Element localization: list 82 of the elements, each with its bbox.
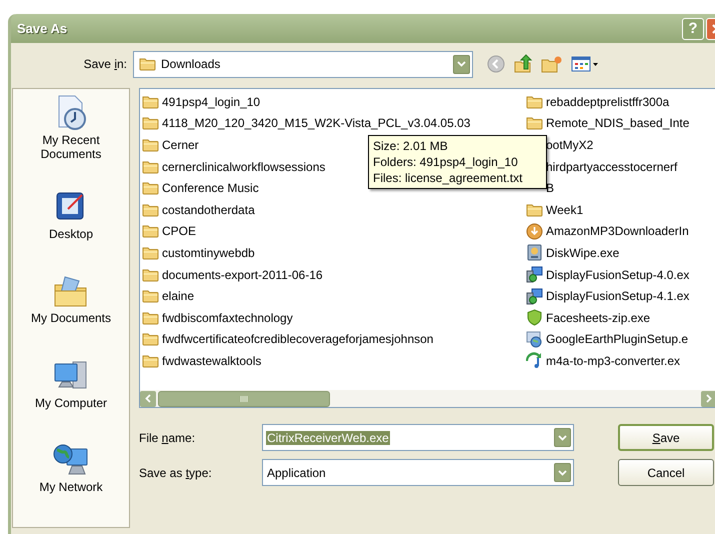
file-name[interactable]: ootMyX2 — [546, 138, 594, 151]
folder-icon — [142, 310, 159, 325]
grip-icon — [240, 396, 248, 402]
folder-icon — [142, 332, 159, 346]
dropdown-button[interactable] — [554, 428, 571, 447]
chevron-down-icon — [457, 61, 466, 67]
places-item[interactable]: My Documents — [13, 271, 129, 356]
file-name[interactable]: Cerner — [162, 138, 199, 151]
file-name[interactable]: B — [546, 182, 554, 194]
file-name-field[interactable]: CitrixReceiverWeb.exe — [262, 424, 574, 451]
file-name[interactable]: m4a-to-mp3-converter.ex — [546, 354, 680, 367]
places-item[interactable]: My Network — [13, 440, 129, 527]
folder-icon — [139, 57, 156, 71]
chevron-down-icon — [558, 434, 567, 440]
folder-icon — [142, 289, 159, 304]
view-menu-icon[interactable] — [571, 55, 599, 73]
file-name[interactable]: Facesheets-zip.exe — [546, 312, 650, 324]
dialog-button[interactable]: Save — [618, 424, 714, 451]
window-title: Save As — [17, 20, 68, 38]
file-name[interactable]: hirdpartyaccesstocernerf — [546, 160, 678, 173]
folder-icon — [142, 268, 159, 282]
places-item[interactable]: Desktop — [13, 187, 129, 272]
file-name[interactable]: DisplayFusionSetup-4.0.ex — [546, 268, 690, 281]
save-as-type-label: Save as type: — [139, 464, 213, 482]
file-name-label: File name: — [139, 430, 196, 446]
file-name[interactable]: documents-export-2011-06-16 — [162, 268, 323, 281]
save-in-dropdown[interactable]: Downloads — [133, 50, 473, 78]
folder-icon — [142, 116, 159, 130]
file-name[interactable]: elaine — [162, 290, 194, 302]
places-item[interactable]: My Computer — [13, 356, 129, 440]
file-name[interactable]: fwdbiscomfaxtechnology — [162, 312, 293, 324]
download-icon — [526, 222, 543, 240]
save-in-label: Save in: — [82, 56, 128, 73]
scroll-right-button[interactable] — [701, 390, 715, 406]
folder-icon — [142, 160, 159, 174]
setup-icon — [526, 266, 543, 284]
save-as-type-dropdown[interactable]: Application — [262, 459, 574, 486]
up-folder-icon[interactable] — [513, 54, 533, 74]
file-name[interactable]: DiskWipe.exe — [546, 246, 620, 259]
file-name[interactable]: customtinywebdb — [162, 246, 255, 259]
chevron-left-icon — [145, 394, 151, 403]
globe-icon — [526, 330, 543, 348]
file-name[interactable]: cernerclinicalworkflowsessions — [162, 160, 326, 173]
folder-icon — [526, 202, 543, 217]
file-name[interactable]: 4118_M20_120_3420_M15_W2K-Vista_PCL_v3.04.05.03 — [162, 117, 470, 130]
file-name[interactable]: Remote_NDIS_based_Inte — [546, 117, 690, 130]
setup-icon — [526, 288, 543, 305]
tooltip-text: Size: 2.01 MB — [373, 138, 449, 154]
file-name[interactable]: fwdfwcertificateofcrediblecoverageforjamesjohnson — [162, 333, 434, 346]
scroll-left-button[interactable] — [140, 390, 156, 406]
file-name[interactable]: costandotherdata — [162, 204, 255, 216]
folder-icon — [526, 116, 543, 130]
shield-icon — [526, 309, 543, 326]
file-name[interactable]: CPOE — [162, 225, 196, 238]
file-name[interactable]: Conference Music — [162, 182, 259, 194]
chevron-right-icon — [706, 394, 712, 403]
file-name[interactable]: GoogleEarthPluginSetup.e — [546, 333, 688, 346]
file-name[interactable]: Week1 — [546, 204, 584, 216]
folder-icon — [526, 94, 543, 109]
file-name[interactable]: rebaddeptprelistffr300a — [546, 96, 670, 108]
file-name[interactable]: DisplayFusionSetup-4.1.ex — [546, 290, 690, 302]
folder-icon — [142, 94, 159, 109]
scroll-thumb[interactable] — [158, 390, 330, 406]
folder-icon — [142, 246, 159, 260]
dialog-button[interactable]: Cancel — [618, 459, 714, 486]
folder-icon — [142, 202, 159, 217]
folder-icon — [142, 354, 159, 368]
chevron-down-icon — [558, 470, 567, 476]
tooltip-text: Folders: 491psp4_login_10 — [373, 154, 519, 170]
new-folder-icon[interactable] — [541, 55, 563, 73]
converter-icon — [526, 352, 543, 370]
places-item[interactable]: My Recent Documents — [13, 93, 129, 188]
folder-icon — [142, 138, 159, 152]
file-name[interactable]: AmazonMP3DownloaderIn — [546, 225, 689, 238]
back-icon[interactable] — [487, 55, 505, 73]
folder-icon — [142, 224, 159, 238]
file-name[interactable]: 491psp4_login_10 — [162, 96, 260, 108]
tooltip-text: Files: license_agreement.txt — [373, 170, 524, 186]
dropdown-button[interactable] — [554, 463, 571, 482]
file-name[interactable]: fwdwastewalktools — [162, 354, 262, 367]
folder-icon — [142, 181, 159, 196]
dropdown-button[interactable] — [453, 54, 470, 74]
